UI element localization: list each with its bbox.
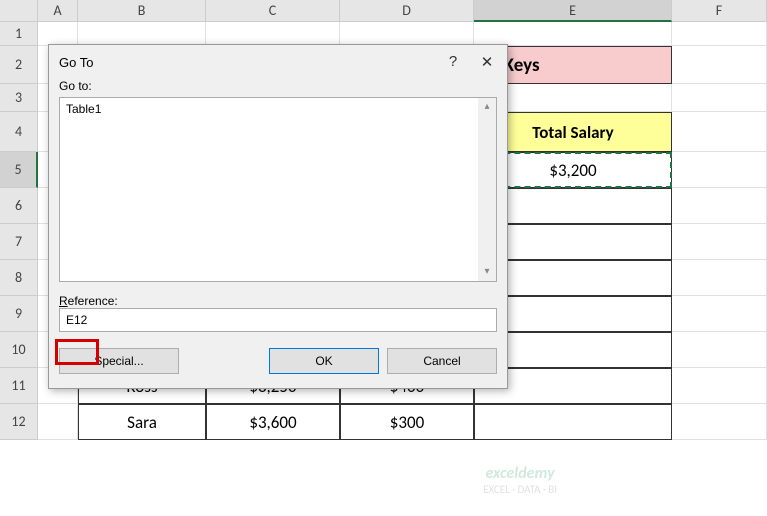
scrollbar[interactable]: ▴ ▾ <box>478 98 496 281</box>
cell-f1[interactable] <box>672 22 767 46</box>
special-button[interactable]: Special... <box>59 348 179 374</box>
col-header-a[interactable]: A <box>38 0 78 22</box>
col-header-d[interactable]: D <box>340 0 474 22</box>
row-header-4[interactable]: 4 <box>0 112 38 152</box>
goto-listbox[interactable]: Table1 ▴ ▾ <box>59 97 497 282</box>
cell[interactable] <box>672 368 767 404</box>
cell-f5[interactable] <box>672 152 767 188</box>
cell[interactable] <box>672 296 767 332</box>
cell[interactable] <box>672 188 767 224</box>
cell[interactable] <box>672 224 767 260</box>
cell[interactable] <box>474 404 672 440</box>
row-header-6[interactable]: 6 <box>0 188 38 224</box>
col-header-f[interactable]: F <box>672 0 767 22</box>
row-header-10[interactable]: 10 <box>0 332 38 368</box>
help-icon[interactable]: ? <box>443 53 463 71</box>
cell-f3[interactable] <box>672 84 767 112</box>
cell[interactable] <box>672 332 767 368</box>
cancel-button[interactable]: Cancel <box>387 348 497 374</box>
cell-f2[interactable] <box>672 46 767 84</box>
row-header-5[interactable]: 5 <box>0 152 38 188</box>
reference-label: Reference: <box>59 294 497 308</box>
ok-button[interactable]: OK <box>269 348 379 374</box>
row-header-1[interactable]: 1 <box>0 22 38 46</box>
dialog-title: Go To <box>59 55 93 70</box>
col-header-c[interactable]: C <box>206 0 340 22</box>
cell-c1[interactable] <box>206 22 340 46</box>
cell-c12[interactable]: $3,600 <box>206 404 340 440</box>
row-header-9[interactable]: 9 <box>0 296 38 332</box>
row-header-11[interactable]: 11 <box>0 368 38 404</box>
watermark: exceldemy EXCEL · DATA · BI <box>483 464 557 496</box>
select-all-corner[interactable] <box>0 0 38 22</box>
col-header-e[interactable]: E <box>474 0 672 22</box>
column-headers: A B C D E F <box>0 0 767 22</box>
row-12: 12 Sara $3,600 $300 <box>0 404 767 440</box>
cell-e1[interactable] <box>474 22 672 46</box>
cell-d12[interactable]: $300 <box>340 404 474 440</box>
row-header-8[interactable]: 8 <box>0 260 38 296</box>
reference-input[interactable] <box>59 308 497 332</box>
cell-a1[interactable] <box>38 22 78 46</box>
row-1: 1 <box>0 22 767 46</box>
row-header-12[interactable]: 12 <box>0 404 38 440</box>
cell[interactable] <box>38 404 78 440</box>
dialog-titlebar[interactable]: Go To ? ✕ <box>49 45 507 75</box>
scroll-down-icon[interactable]: ▾ <box>478 263 496 281</box>
goto-label: Go to: <box>59 79 497 93</box>
col-header-b[interactable]: B <box>78 0 206 22</box>
cell-f4[interactable] <box>672 112 767 152</box>
cell[interactable] <box>672 260 767 296</box>
cell-b12[interactable]: Sara <box>78 404 206 440</box>
watermark-line1: exceldemy <box>483 464 557 483</box>
cell-d1[interactable] <box>340 22 474 46</box>
close-icon[interactable]: ✕ <box>477 53 497 71</box>
scroll-up-icon[interactable]: ▴ <box>478 98 496 116</box>
list-item[interactable]: Table1 <box>66 102 490 116</box>
watermark-line2: EXCEL · DATA · BI <box>483 483 557 496</box>
row-header-2[interactable]: 2 <box>0 46 38 84</box>
row-header-3[interactable]: 3 <box>0 84 38 112</box>
row-header-7[interactable]: 7 <box>0 224 38 260</box>
cell[interactable] <box>672 404 767 440</box>
cell-b1[interactable] <box>78 22 206 46</box>
goto-dialog: Go To ? ✕ Go to: Table1 ▴ ▾ Reference: S… <box>48 44 508 389</box>
